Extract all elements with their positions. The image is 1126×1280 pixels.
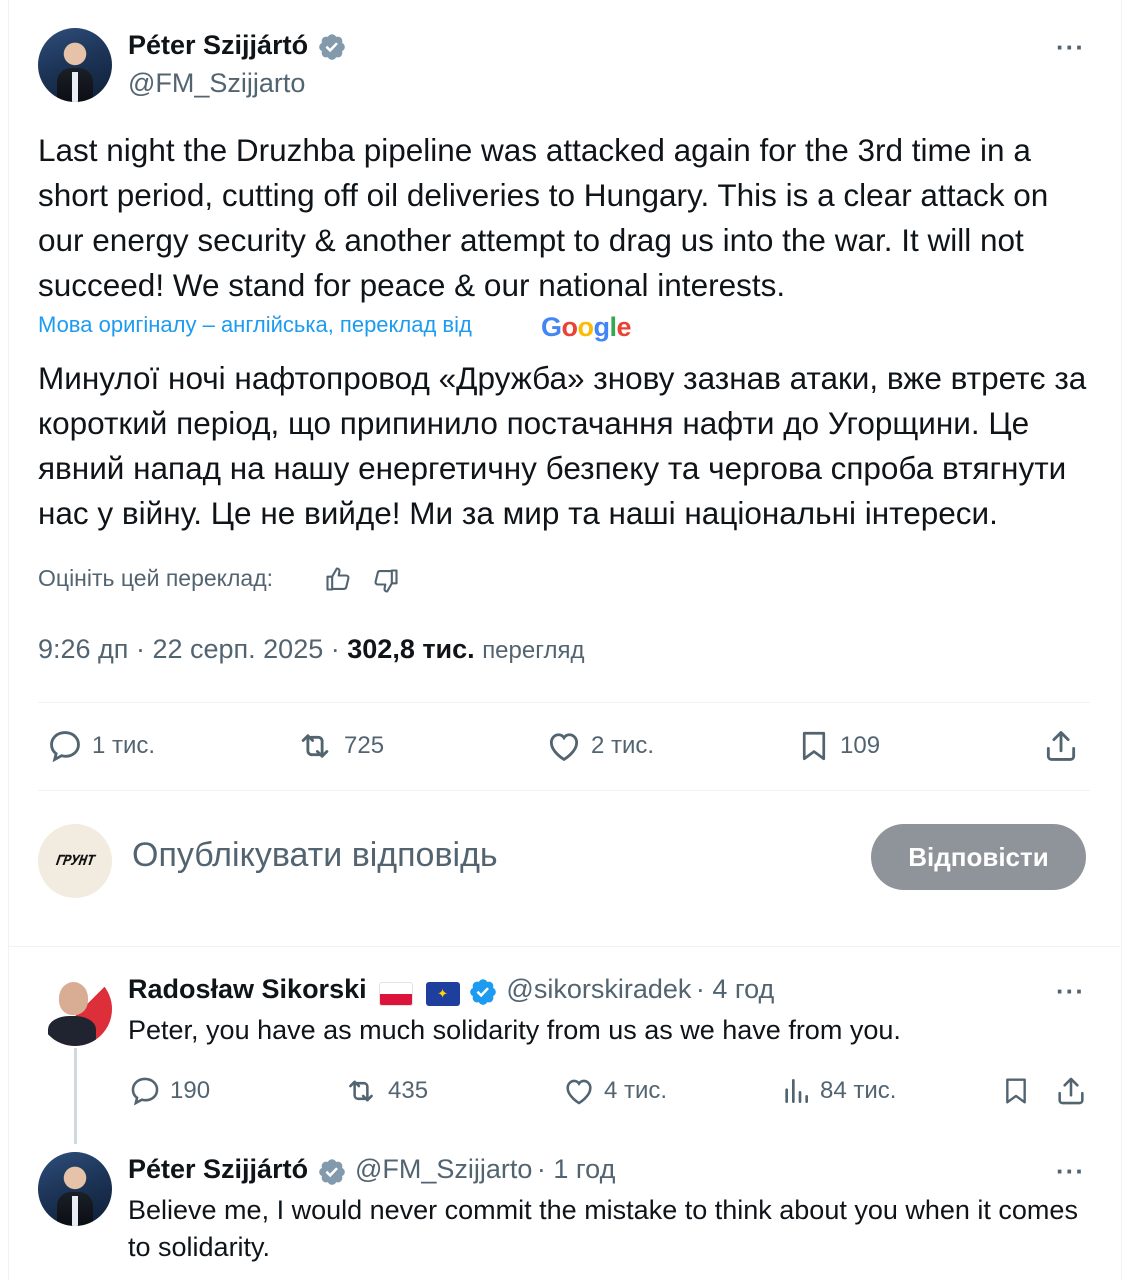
- reply-text: Believe me, I would never commit the mis…: [128, 1195, 1078, 1262]
- verified-badge-icon: [318, 1158, 345, 1185]
- reply-count: 190: [170, 1077, 211, 1104]
- author-name-row: Péter Szijjártó: [128, 30, 347, 62]
- tweet-meta: 9:26 дп · 22 серп. 2025 · 302,8 тис. пер…: [38, 634, 584, 665]
- reply-author-avatar[interactable]: [38, 1152, 112, 1226]
- tweet-time[interactable]: 9:26 дп: [38, 634, 128, 664]
- rate-translation-row: Оцініть цей переклад:: [38, 565, 273, 592]
- author-avatar[interactable]: [38, 28, 112, 102]
- section-divider: [8, 946, 1120, 947]
- share-icon: [1046, 731, 1076, 761]
- like-action[interactable]: 4 тис.: [562, 1074, 667, 1108]
- meta-separator: ·: [330, 634, 340, 664]
- repost-count: 435: [388, 1077, 429, 1104]
- repost-action[interactable]: 725: [294, 727, 384, 765]
- verified-badge-icon: [470, 978, 496, 1005]
- divider: [38, 790, 1090, 791]
- reply-count: 1 тис.: [92, 732, 156, 759]
- repost-icon: [301, 734, 329, 758]
- thumbs-up-icon[interactable]: [324, 565, 352, 593]
- like-count: 2 тис.: [591, 732, 655, 759]
- reply-author-handle[interactable]: @sikorskiradek: [506, 974, 691, 1004]
- views-count: 302,8 тис.: [347, 634, 475, 664]
- reply-header: Péter Szijjártó @FM_Szijjarto · 1 год: [128, 1154, 615, 1187]
- poland-flag-icon: [379, 981, 414, 1006]
- bookmark-action[interactable]: 109: [796, 727, 880, 765]
- tweet-date[interactable]: 22 серп. 2025: [152, 634, 323, 664]
- divider: [38, 702, 1090, 703]
- reply-icon: [131, 1077, 159, 1106]
- more-options-icon[interactable]: ···: [1056, 976, 1085, 1007]
- reply-input[interactable]: Опублікувати відповідь: [132, 836, 498, 875]
- reply-author-avatar[interactable]: [38, 972, 112, 1046]
- reply-submit-button[interactable]: Відповісти: [871, 824, 1086, 890]
- eu-flag-icon: [425, 981, 460, 1006]
- meta-separator: ·: [135, 634, 145, 664]
- thread-line: [74, 1048, 77, 1144]
- reply-author-handle[interactable]: @FM_Szijjarto: [355, 1154, 532, 1184]
- thumbs-down-icon[interactable]: [372, 567, 400, 595]
- translation-notice[interactable]: Мова оригіналу – англійська, переклад ві…: [38, 312, 472, 338]
- avatar-logo-text: ГРУНТ: [54, 853, 96, 869]
- translated-text: Минулої ночі нафтопровод «Дружба» знову …: [38, 360, 1087, 531]
- author-name[interactable]: Péter Szijjártó: [128, 30, 308, 60]
- heart-icon: [549, 733, 579, 762]
- reply-header: Radosław Sikorski @sikorskiradek · 4 год: [128, 974, 774, 1007]
- reply-action[interactable]: 1 тис.: [46, 727, 155, 765]
- current-user-avatar[interactable]: ГРУНТ: [38, 824, 112, 898]
- reply-text: Peter, you have as much solidarity from …: [128, 1015, 901, 1045]
- views-action[interactable]: 84 тис.: [780, 1074, 896, 1108]
- heart-icon: [566, 1079, 592, 1105]
- tweet-text: Last night the Druzhba pipeline was atta…: [38, 132, 1049, 303]
- reply-time[interactable]: · 1 год: [537, 1154, 615, 1184]
- like-action[interactable]: 2 тис.: [545, 727, 654, 765]
- author-handle[interactable]: @FM_Szijjarto: [128, 68, 305, 99]
- repost-icon: [349, 1080, 373, 1102]
- reply-action[interactable]: 190: [128, 1074, 210, 1108]
- share-action[interactable]: [1042, 727, 1080, 765]
- share-icon[interactable]: [1054, 1074, 1088, 1108]
- views-count: 84 тис.: [820, 1077, 897, 1104]
- reply-icon: [50, 731, 80, 763]
- reply-author-name[interactable]: Radosław Sikorski: [128, 974, 367, 1004]
- verified-badge-icon: [318, 33, 345, 60]
- repost-count: 725: [344, 732, 385, 759]
- analytics-icon: [785, 1079, 808, 1103]
- repost-action[interactable]: 435: [342, 1074, 428, 1108]
- bookmark-icon[interactable]: [1000, 1074, 1032, 1108]
- views-label: перегляд: [482, 637, 585, 664]
- reply-time[interactable]: · 4 год: [696, 974, 774, 1004]
- google-logo: Google: [541, 312, 632, 342]
- more-options-icon[interactable]: ···: [1056, 32, 1085, 63]
- more-options-icon[interactable]: ···: [1056, 1156, 1085, 1187]
- like-count: 4 тис.: [604, 1077, 668, 1104]
- rate-translation-label: Оцініть цей переклад:: [38, 565, 274, 591]
- reply-author-name[interactable]: Péter Szijjártó: [128, 1154, 308, 1184]
- bookmark-icon: [802, 731, 826, 761]
- bookmark-count: 109: [840, 732, 881, 759]
